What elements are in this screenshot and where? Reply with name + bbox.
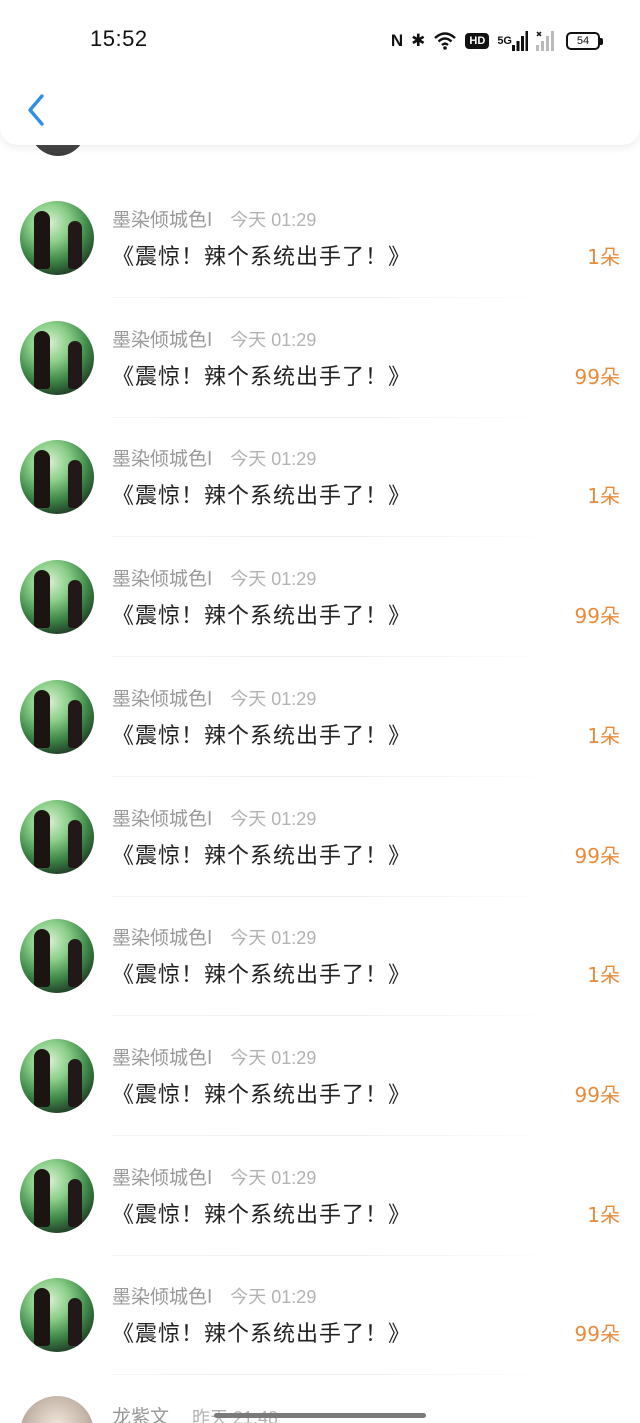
record-time: 今天 01:29 — [230, 329, 317, 350]
avatar — [20, 320, 94, 395]
avatar — [20, 799, 94, 874]
record-time: 今天 01:29 — [230, 569, 317, 590]
list-item[interactable]: 墨染倾城色l 今天 01:29 《震惊！辣个系统出手了！》 1朵 — [0, 1137, 640, 1256]
sender-name: 墨染倾城色l — [112, 568, 213, 591]
record-time: 今天 01:29 — [230, 449, 317, 470]
list-item[interactable]: 墨染倾城色l 今天 01:29 《震惊！辣个系统出手了！》 99朵 — [0, 1017, 640, 1136]
gift-amount: 1朵 — [587, 484, 620, 509]
list-item[interactable]: 墨染倾城色l 今天 01:29 《震惊！辣个系统出手了！》 1朵 — [0, 897, 640, 1017]
book-title: 《震惊！辣个系统出手了！》 — [112, 843, 412, 869]
avatar — [20, 1396, 94, 1423]
gift-amount: 99朵 — [574, 1322, 620, 1347]
record-time: 今天 01:29 — [230, 928, 317, 949]
record-time: 今天 01:29 — [230, 808, 317, 829]
gift-amount: 99朵 — [574, 843, 620, 868]
book-title: 《震惊！辣个系统出手了！》 — [112, 364, 412, 390]
avatar — [20, 1158, 94, 1233]
avatar — [20, 201, 94, 275]
record-meta: 墨染倾城色l 今天 01:29 — [112, 1043, 316, 1070]
sender-name: 墨染倾城色l — [112, 328, 213, 351]
record-time: 今天 01:29 — [230, 1167, 317, 1188]
back-button[interactable] — [22, 92, 50, 128]
status-icons: N ✱ HD 5G 54 — [390, 28, 603, 54]
book-title: 《震惊！辣个系统出手了！》 — [112, 245, 412, 270]
list-item[interactable]: 墨染倾城色l 今天 01:29 《震惊！辣个系统出手了！》 99朵 — [0, 1256, 640, 1376]
book-title: 《震惊！辣个系统出手了！》 — [112, 723, 412, 749]
bluetooth-icon: ✱ — [411, 31, 426, 51]
status-time: 15:52 — [90, 26, 148, 51]
book-title: 《震惊！辣个系统出手了！》 — [112, 1322, 412, 1348]
record-meta: 墨染倾城色l 今天 01:29 — [112, 1163, 316, 1190]
record-meta: 墨染倾城色l 今天 01:29 — [112, 325, 316, 352]
record-meta: 墨染倾城色l 今天 01:29 — [112, 1282, 316, 1309]
gift-amount: 1朵 — [587, 1202, 620, 1227]
avatar — [20, 440, 94, 515]
list-item[interactable]: 墨染倾城色l 今天 01:29 《震惊！辣个系统出手了！》 99朵 — [0, 778, 640, 897]
chevron-left-icon — [28, 94, 44, 126]
sender-name: 墨染倾城色l — [112, 927, 213, 950]
sender-name: 墨染倾城色l — [112, 687, 213, 710]
sender-name: 墨染倾城色l — [112, 209, 213, 231]
record-meta: 墨染倾城色l 今天 01:29 — [112, 564, 316, 591]
sender-name: 墨染倾城色l — [112, 1286, 213, 1309]
record-time: 今天 01:29 — [230, 1287, 317, 1308]
sender-name: 墨染倾城色l — [112, 807, 213, 830]
home-indicator — [214, 1413, 426, 1418]
list-item[interactable]: 墨染倾城色l 今天 01:29 《震惊！辣个系统出手了！》 99朵 — [0, 538, 640, 658]
sender-name: 龙紫文 — [112, 1406, 170, 1423]
avatar — [20, 1038, 94, 1113]
list-item[interactable]: 墨染倾城色l 今天 01:29 《震惊！辣个系统出手了！》 1朵 — [0, 418, 640, 538]
record-meta: 墨染倾城色l 今天 01:29 — [112, 923, 316, 950]
avatar — [20, 919, 94, 994]
gift-amount: 1朵 — [587, 245, 620, 269]
book-title: 《震惊！辣个系统出手了！》 — [112, 1202, 412, 1228]
record-meta: 墨染倾城色l 今天 01:29 — [112, 684, 316, 711]
book-title: 《震惊！辣个系统出手了！》 — [112, 484, 412, 510]
record-meta: 墨染倾城色l 今天 01:29 — [112, 804, 316, 831]
gift-amount: 99朵 — [574, 1082, 620, 1107]
gift-amount: 1朵 — [587, 963, 620, 988]
list-item[interactable]: 墨染倾城色l 今天 01:29 《震惊！辣个系统出手了！》 1朵 — [0, 658, 640, 777]
signal-5g-label: 5G — [497, 35, 512, 47]
book-title: 《震惊！辣个系统出手了！》 — [112, 963, 412, 989]
gift-amount: 1朵 — [587, 723, 620, 748]
avatar — [20, 679, 94, 754]
app-header: 15:52 N ✱ HD 5G 54 — [0, 0, 640, 145]
book-title: 《震惊！辣个系统出手了！》 — [112, 604, 412, 630]
sender-name: 墨染倾城色l — [112, 1046, 213, 1069]
list-item[interactable]: 墨染倾城色l 今天 01:29 《震惊！辣个系统出手了！》 99朵 — [0, 299, 640, 418]
record-meta: 墨染倾城色l 今天 01:29 — [112, 444, 316, 471]
sender-name: 墨染倾城色l — [112, 1166, 213, 1189]
wifi-icon — [433, 31, 457, 51]
divider — [112, 1374, 560, 1376]
sender-name: 墨染倾城色l — [112, 448, 213, 471]
avatar — [20, 560, 94, 635]
gift-amount: 99朵 — [574, 604, 620, 629]
signal-icon — [536, 31, 558, 51]
book-title: 《震惊！辣个系统出手了！》 — [112, 1082, 412, 1108]
gift-amount: 99朵 — [574, 364, 620, 389]
hd-icon: HD — [465, 33, 490, 49]
nfc-icon: N — [390, 31, 404, 50]
signal-5g-icon: 5G — [497, 31, 528, 51]
battery-icon: 54 — [566, 32, 603, 50]
list-item[interactable]: 墨染倾城色l 今天 01:29 《震惊！辣个系统出手了！》 1朵 — [0, 179, 640, 298]
avatar — [20, 1278, 94, 1353]
record-time: 今天 01:29 — [230, 688, 317, 709]
record-time: 今天 01:29 — [230, 210, 317, 230]
record-time: 今天 01:29 — [230, 1047, 317, 1068]
record-meta: 墨染倾城色l 今天 01:29 — [112, 205, 316, 232]
